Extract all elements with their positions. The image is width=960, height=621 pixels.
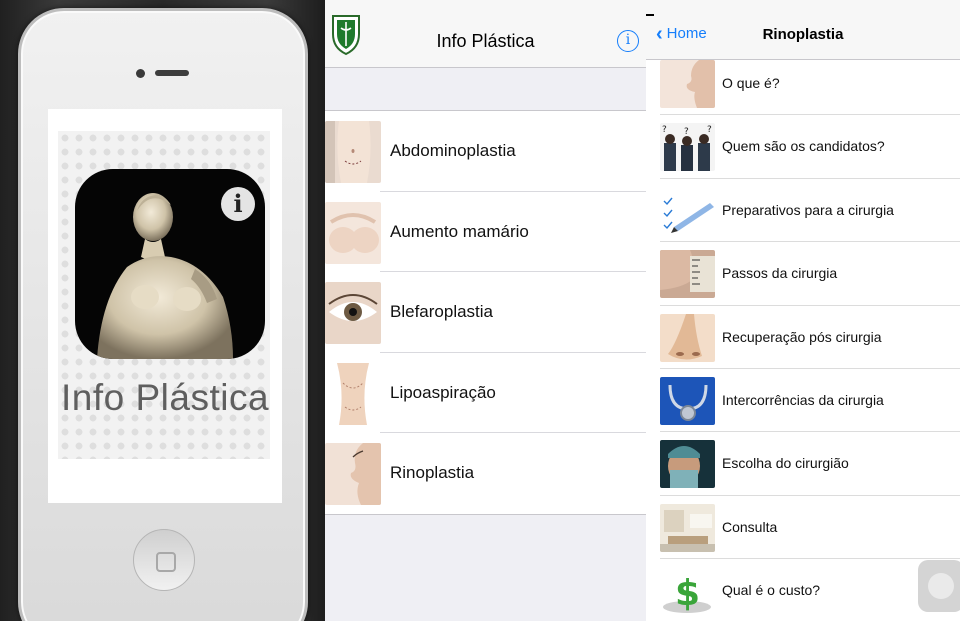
list-item-label: Intercorrências da cirurgia [722, 391, 884, 408]
info-badge-icon: i [221, 187, 255, 221]
menu-panel: Info Plástica i Abdominoplastia Aumento … [325, 0, 646, 621]
list-item-aumento-mamario[interactable]: Aumento mamário [325, 192, 646, 273]
list-item-escolha-cirurgiao[interactable]: Escolha do cirurgião [646, 432, 960, 496]
stethoscope-icon [660, 376, 715, 425]
list-item-lipoaspiracao[interactable]: Lipoaspiração [325, 353, 646, 434]
list-item-blefaroplastia[interactable]: Blefaroplastia [325, 272, 646, 353]
checklist-pen-icon [660, 186, 715, 235]
list-item-label: Preparativos para a cirurgia [722, 201, 894, 218]
surgeon-icon [660, 440, 715, 489]
waist-photo-icon [325, 362, 381, 425]
dollar-sign-icon: $ [660, 567, 715, 616]
screenshot-collage: i Info Plástica Info Plástica i Abdomino… [0, 0, 960, 621]
list-item-rinoplastia[interactable]: Rinoplastia [325, 433, 646, 514]
eye-photo-icon [325, 282, 381, 345]
list-item-consulta[interactable]: Consulta [646, 496, 960, 560]
clinic-room-icon [660, 503, 715, 552]
phone-frame: i Info Plástica [18, 8, 308, 621]
nose-profile-photo-icon [325, 443, 381, 506]
info-button[interactable]: i [617, 30, 639, 52]
list-item-custo[interactable]: $ Qual é o custo? [646, 559, 960, 621]
nose-profile-icon [660, 60, 715, 108]
nose-closeup-icon [660, 313, 715, 362]
list-item-label: O que é? [722, 75, 780, 91]
list-item-intercorrencias[interactable]: Intercorrências da cirurgia [646, 369, 960, 433]
list-item-label: Rinoplastia [390, 463, 475, 483]
splash-panel: i Info Plástica [0, 0, 325, 621]
people-question-icon: ? ? ? [660, 123, 715, 172]
app-icon: i [75, 169, 265, 359]
app-name: Info Plástica [60, 377, 270, 418]
list-item-label: Recuperação pós cirurgia [722, 328, 882, 345]
splash-screen: i Info Plástica [48, 109, 282, 503]
speaker-grille [155, 70, 189, 76]
topic-list: O que é? ? ? ? Quem são os candidatos? P… [646, 52, 960, 621]
list-item-label: Escolha do cirurgião [722, 455, 849, 472]
breast-photo-icon [325, 201, 381, 264]
svg-text:$: $ [675, 573, 700, 614]
list-item-label: Blefaroplastia [390, 302, 494, 322]
procedure-list: Abdominoplastia Aumento mamário Blefarop… [325, 110, 646, 515]
page-title: Info Plástica [436, 31, 535, 51]
navigation-bar: ‹ Home Rinoplastia [646, 0, 960, 60]
list-item-abdominoplastia[interactable]: Abdominoplastia [325, 111, 646, 192]
detail-panel: ‹ Home Rinoplastia O que é? ? ? ? Quem s… [646, 0, 960, 621]
svg-text:?: ? [707, 125, 712, 135]
list-item-preparativos[interactable]: Preparativos para a cirurgia [646, 179, 960, 243]
list-item-label: Passos da cirurgia [722, 265, 838, 282]
abdomen-photo-icon [325, 121, 381, 183]
list-item-label: Consulta [722, 518, 778, 535]
list-item-label: Qual é o custo? [722, 582, 821, 599]
list-item-label: Aumento mamário [390, 221, 529, 241]
list-item-label: Quem são os candidatos? [722, 138, 885, 155]
list-item-recuperacao[interactable]: Recuperação pós cirurgia [646, 306, 960, 369]
svg-text:?: ? [684, 127, 689, 137]
list-item-candidatos[interactable]: ? ? ? Quem são os candidatos? [646, 115, 960, 179]
status-bar-mark [646, 14, 654, 16]
list-item-passos[interactable]: Passos da cirurgia [646, 242, 960, 306]
list-item-o-que-e[interactable]: O que é? [646, 52, 960, 116]
page-title: Rinoplastia [762, 26, 844, 43]
assistive-touch-button[interactable] [918, 560, 960, 612]
svg-text:?: ? [662, 125, 667, 135]
home-button[interactable] [133, 529, 195, 591]
navigation-bar: Info Plástica i [325, 0, 646, 68]
nose-measure-icon [660, 250, 715, 299]
camera-icon [136, 69, 145, 78]
list-item-label: Lipoaspiração [390, 382, 496, 402]
list-item-label: Abdominoplastia [390, 141, 516, 160]
